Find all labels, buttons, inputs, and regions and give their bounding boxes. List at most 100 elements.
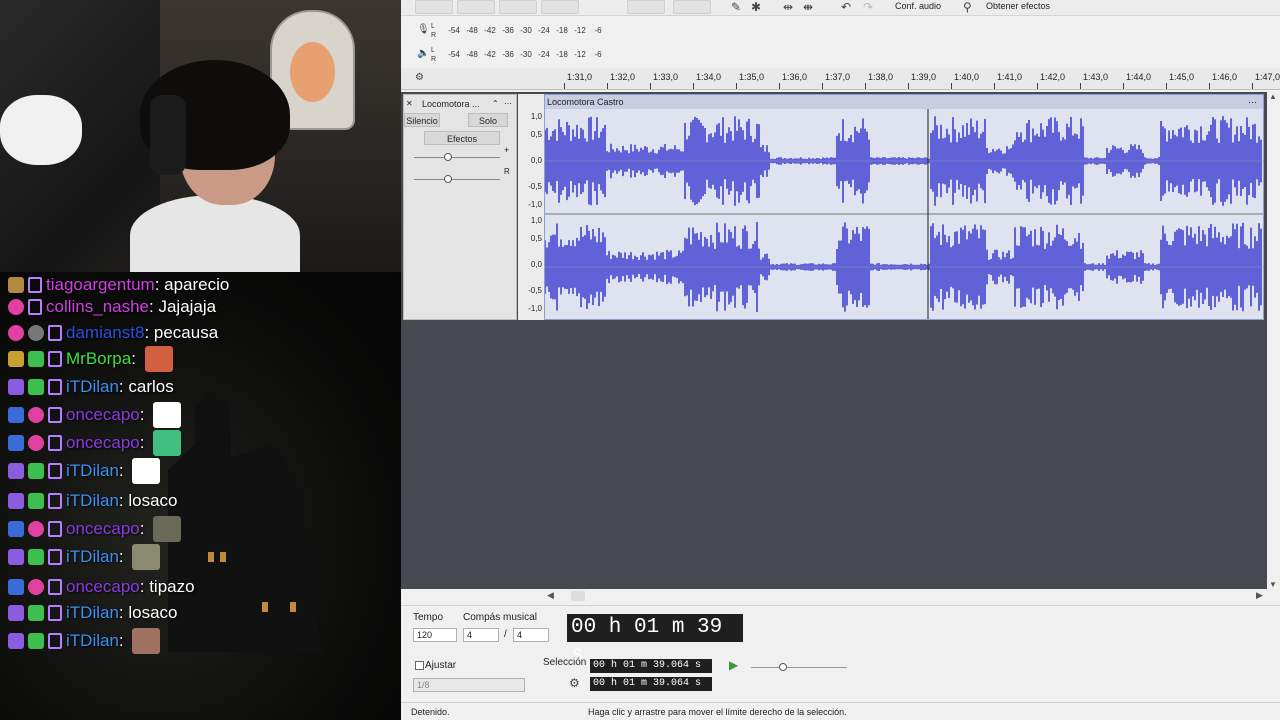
timeline-tick-mark <box>693 83 694 89</box>
clip-title-bar[interactable]: Locomotora Castro ⋯ <box>545 95 1263 109</box>
toolbar-button[interactable] <box>673 0 711 14</box>
timeline-tick-mark <box>822 83 823 89</box>
chat-badge-icon <box>8 277 24 293</box>
gain-slider-knob[interactable] <box>444 153 452 161</box>
twitch-badge-icon <box>28 299 42 315</box>
meter-tick-label: -12 <box>574 26 586 35</box>
chat-emote <box>144 346 173 372</box>
record-meter[interactable]: -54 -48 -42 -36 -30 -24 -18 -12 -6 <box>445 26 607 35</box>
clip-menu-icon[interactable]: ⋯ <box>1248 95 1257 109</box>
timeline-tick-mark <box>736 83 737 89</box>
timeline-tick-mark <box>564 83 565 89</box>
twitch-badge-icon <box>48 493 62 509</box>
selection-settings-icon[interactable]: ⚙ <box>569 676 580 690</box>
chat-username: iTDilan <box>66 631 119 650</box>
multi-tool-icon[interactable]: ✱ <box>751 0 761 14</box>
timeline-tick-mark <box>650 83 651 89</box>
track-menu-icon[interactable]: ⋯ <box>504 99 512 108</box>
close-track-icon[interactable]: ✕ <box>406 99 413 108</box>
timeline-tick-label: 1:35,0 <box>739 72 765 82</box>
speed-slider-knob[interactable] <box>779 663 787 671</box>
scroll-right-icon[interactable]: ▶ <box>1256 590 1263 601</box>
playback-meter[interactable]: -54 -48 -42 -36 -30 -24 -18 -12 -6 <box>445 50 607 59</box>
chat-badge-icon <box>28 351 44 367</box>
audio-clip[interactable]: Locomotora Castro ⋯ <box>544 94 1264 320</box>
chat-badge-icon <box>8 379 24 395</box>
chat-badge-icon <box>28 407 44 423</box>
chat-badge-icon <box>8 579 24 595</box>
snap-checkbox[interactable] <box>415 661 424 670</box>
timeline-settings-icon[interactable]: ⚙ <box>415 72 424 83</box>
pan-slider-knob[interactable] <box>444 175 452 183</box>
track-area[interactable]: ✕ Locomotora ... ⌃ ⋯ Silencio Solo Efect… <box>401 92 1280 589</box>
chat-username: iTDilan <box>66 461 119 480</box>
streamer-shirt <box>130 195 300 272</box>
speed-slider-track[interactable] <box>751 667 847 668</box>
chat-message: oncecapo: <box>8 402 182 428</box>
clip-name: Locomotora Castro <box>547 97 624 107</box>
twitch-badge-icon <box>48 379 62 395</box>
selection-start-time[interactable]: 00 h 01 m 39.064 s <box>590 659 712 673</box>
snap-select[interactable]: 1/8 <box>413 678 525 692</box>
selection-end-time[interactable]: 00 h 01 m 39.064 s <box>590 677 712 691</box>
chat-badge-icon <box>8 633 24 649</box>
play-at-speed-icon[interactable]: ▶ <box>729 658 738 672</box>
microphone-icon[interactable]: 🎙 <box>417 24 430 35</box>
timeline-tick-mark <box>1080 83 1081 89</box>
draw-tool-icon[interactable]: ✎ <box>731 0 741 14</box>
twitch-badge-icon <box>48 521 62 537</box>
trim-icon[interactable]: ⇹ <box>783 0 793 14</box>
chat-message: damianst8: pecausa <box>8 320 218 346</box>
status-bar: Detenido. Haga clic y arrastre para move… <box>401 702 1280 720</box>
mute-button[interactable]: Silencio <box>404 113 440 127</box>
timeline-tick-label: 1:31,0 <box>567 72 593 82</box>
vertical-scrollbar[interactable]: ▲ ▼ <box>1267 92 1280 589</box>
scroll-thumb[interactable] <box>571 591 585 601</box>
toolbar-button[interactable] <box>541 0 579 14</box>
chat-emote <box>132 628 161 654</box>
chat-emote <box>153 516 182 542</box>
meter-tick-label: -54 <box>448 50 460 59</box>
scroll-down-icon[interactable]: ▼ <box>1269 580 1277 589</box>
redo-icon[interactable]: ↷ <box>863 0 873 14</box>
timeline-tick-mark <box>994 83 995 89</box>
time-display[interactable]: 00 h 01 m 39 s <box>567 614 743 667</box>
chat-emote <box>153 402 182 428</box>
chat-message: collins_nashe: Jajajaja <box>8 294 216 320</box>
timeline-tick-mark <box>1037 83 1038 89</box>
timeline-tick-label: 1:36,0 <box>782 72 808 82</box>
chat-emote <box>132 458 161 484</box>
audio-setup-button[interactable]: Conf. audio <box>895 1 941 11</box>
timeline-tick-label: 1:45,0 <box>1169 72 1195 82</box>
toolbar-button[interactable] <box>499 0 537 14</box>
timeline-tick-mark <box>865 83 866 89</box>
collapse-icon[interactable]: ⌃ <box>492 99 499 108</box>
time-signature-numerator[interactable]: 4 <box>463 628 499 642</box>
chat-message: iTDilan: losaco <box>8 488 178 514</box>
scroll-up-icon[interactable]: ▲ <box>1269 92 1277 101</box>
meter-r-label-play: R <box>431 56 437 63</box>
scroll-left-icon[interactable]: ◀ <box>547 590 554 601</box>
get-effects-button[interactable]: Obtener efectos <box>986 1 1050 11</box>
track-name[interactable]: Locomotora ... <box>422 99 480 109</box>
time-signature-denominator[interactable]: 4 <box>513 628 549 642</box>
toolbar-button[interactable] <box>457 0 495 14</box>
toolbar-button[interactable] <box>627 0 665 14</box>
tempo-input[interactable]: 120 <box>413 628 457 642</box>
toolbar-button[interactable] <box>415 0 453 14</box>
gain-slider-track[interactable] <box>414 157 500 158</box>
meter-tick-label: -6 <box>594 26 602 35</box>
timeline-tick-label: 1:32,0 <box>610 72 636 82</box>
chat-username: oncecapo <box>66 577 140 596</box>
pan-slider-track[interactable] <box>414 179 500 180</box>
waveform[interactable] <box>545 109 1263 319</box>
speaker-icon[interactable]: 🔈 <box>417 48 429 59</box>
silence-icon[interactable]: ⇼ <box>803 0 813 14</box>
timeline-ruler[interactable]: ⚙ 1:31,0 1:32,0 1:33,0 1:34,0 1:35,0 1:36,0 1:… <box>401 68 1280 90</box>
undo-icon[interactable]: ↶ <box>841 0 851 14</box>
horizontal-scrollbar[interactable]: ◀ ▶ <box>401 589 1280 603</box>
amplitude-tick-label: 1,0 <box>530 216 542 225</box>
solo-button[interactable]: Solo <box>468 113 508 127</box>
effects-button[interactable]: Efectos <box>424 131 500 145</box>
meter-tick-label: -36 <box>502 50 514 59</box>
